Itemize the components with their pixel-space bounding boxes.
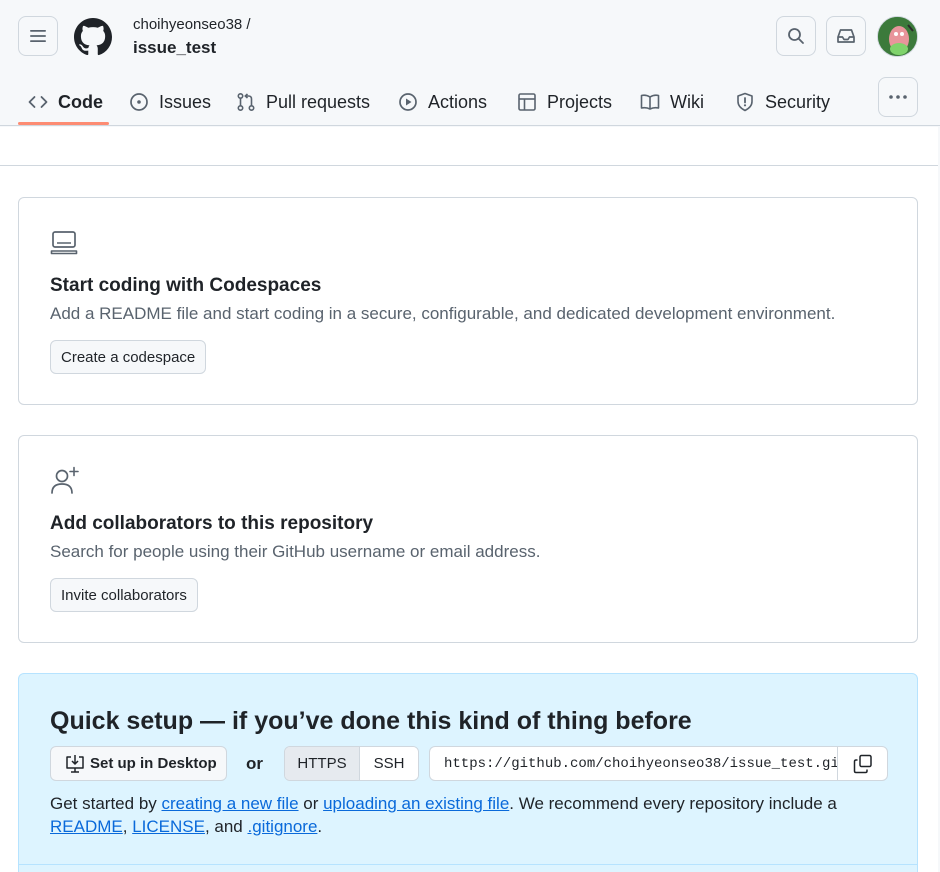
- tab-security-label: Security: [765, 91, 831, 112]
- selected-tab-indicator: [18, 122, 109, 125]
- repo-header: choihyeonseo38 / issue_test Code Issues …: [0, 0, 940, 126]
- repo-owner-link[interactable]: choihyeonseo38 /: [133, 16, 251, 33]
- setup-in-desktop-label: Set up in Desktop: [90, 755, 217, 772]
- tab-issues[interactable]: Issues: [129, 78, 211, 126]
- tab-wiki-label: Wiki: [670, 91, 704, 112]
- tab-actions-label: Actions: [428, 91, 488, 112]
- creating-new-file-link[interactable]: creating a new file: [162, 794, 299, 813]
- desktop-download-icon: [66, 754, 84, 773]
- shield-icon: [737, 92, 753, 112]
- https-toggle[interactable]: HTTPS: [285, 747, 360, 780]
- search-icon: [788, 28, 804, 44]
- setup-in-desktop-button[interactable]: Set up in Desktop: [50, 746, 227, 781]
- person-add-icon: [51, 466, 79, 494]
- collaborators-title: Add collaborators to this repository: [50, 513, 374, 534]
- quick-setup-divider: [19, 864, 917, 865]
- quick-text-part-3: . We recommend every repository include …: [509, 794, 837, 813]
- gitignore-link[interactable]: .gitignore: [247, 817, 317, 836]
- codespaces-description: Add a README file and start coding in a …: [50, 304, 836, 323]
- quick-setup-panel: Quick setup — if you’ve done this kind o…: [18, 673, 918, 872]
- quick-text-part-1: Get started by: [50, 794, 162, 813]
- more-tabs-button[interactable]: [878, 77, 918, 117]
- device-desktop-icon: [50, 231, 78, 255]
- quick-text-part-5: , and: [204, 817, 248, 836]
- quick-text-part-2: or: [298, 794, 324, 813]
- table-icon: [518, 93, 536, 111]
- quick-text-part-6: .: [317, 817, 323, 836]
- copy-icon: [853, 754, 872, 773]
- create-codespace-button[interactable]: Create a codespace: [50, 340, 207, 374]
- readme-link[interactable]: README: [50, 817, 123, 836]
- github-logo-icon[interactable]: [74, 18, 112, 56]
- user-avatar[interactable]: [877, 16, 918, 57]
- tab-actions[interactable]: Actions: [398, 78, 487, 126]
- repo-name-link[interactable]: issue_test: [133, 38, 216, 58]
- tab-code[interactable]: Code: [28, 78, 103, 126]
- license-link[interactable]: LICENSE: [132, 817, 205, 836]
- copy-url-button[interactable]: [837, 746, 888, 781]
- quick-setup-instructions: Get started by creating a new file or up…: [50, 792, 890, 838]
- tab-security[interactable]: Security: [735, 78, 830, 126]
- protocol-toggle: HTTPS SSH: [284, 746, 419, 781]
- code-icon: [28, 96, 48, 108]
- repo-nav: Code Issues Pull requests Actions Projec…: [0, 78, 940, 126]
- tab-projects[interactable]: Projects: [517, 78, 612, 126]
- tab-code-label: Code: [58, 91, 103, 112]
- quick-setup-title: Quick setup — if you’ve done this kind o…: [50, 707, 692, 735]
- collaborators-description: Search for people using their GitHub use…: [50, 542, 541, 561]
- issue-opened-icon: [130, 93, 148, 111]
- or-label: or: [246, 754, 263, 773]
- play-icon: [399, 93, 417, 111]
- inbox-icon: [837, 29, 855, 43]
- tab-issues-label: Issues: [159, 91, 212, 112]
- three-bars-icon: [30, 30, 46, 42]
- invite-collaborators-button[interactable]: Invite collaborators: [50, 578, 198, 612]
- tab-pull-requests-label: Pull requests: [266, 91, 371, 112]
- search-button[interactable]: [776, 16, 816, 56]
- ssh-toggle[interactable]: SSH: [360, 747, 418, 780]
- codespaces-title: Start coding with Codespaces: [50, 275, 322, 296]
- clone-url-input[interactable]: https://github.com/choihyeonseo38/issue_…: [429, 746, 838, 781]
- content-separator: [0, 165, 938, 166]
- tab-projects-label: Projects: [547, 91, 613, 112]
- menu-button[interactable]: [18, 16, 58, 56]
- quick-text-part-4: ,: [122, 817, 133, 836]
- codespaces-card: Start coding with Codespaces Add a READM…: [18, 197, 918, 405]
- avatar-image-icon: [878, 17, 917, 56]
- inbox-button[interactable]: [826, 16, 866, 56]
- collaborators-card: Add collaborators to this repository Sea…: [18, 435, 918, 643]
- book-icon: [640, 94, 660, 110]
- uploading-existing-file-link[interactable]: uploading an existing file: [323, 794, 509, 813]
- tab-wiki[interactable]: Wiki: [640, 78, 704, 126]
- tab-pull-requests[interactable]: Pull requests: [236, 78, 370, 126]
- kebab-horizontal-icon: [889, 95, 907, 99]
- git-pull-request-icon: [237, 92, 255, 112]
